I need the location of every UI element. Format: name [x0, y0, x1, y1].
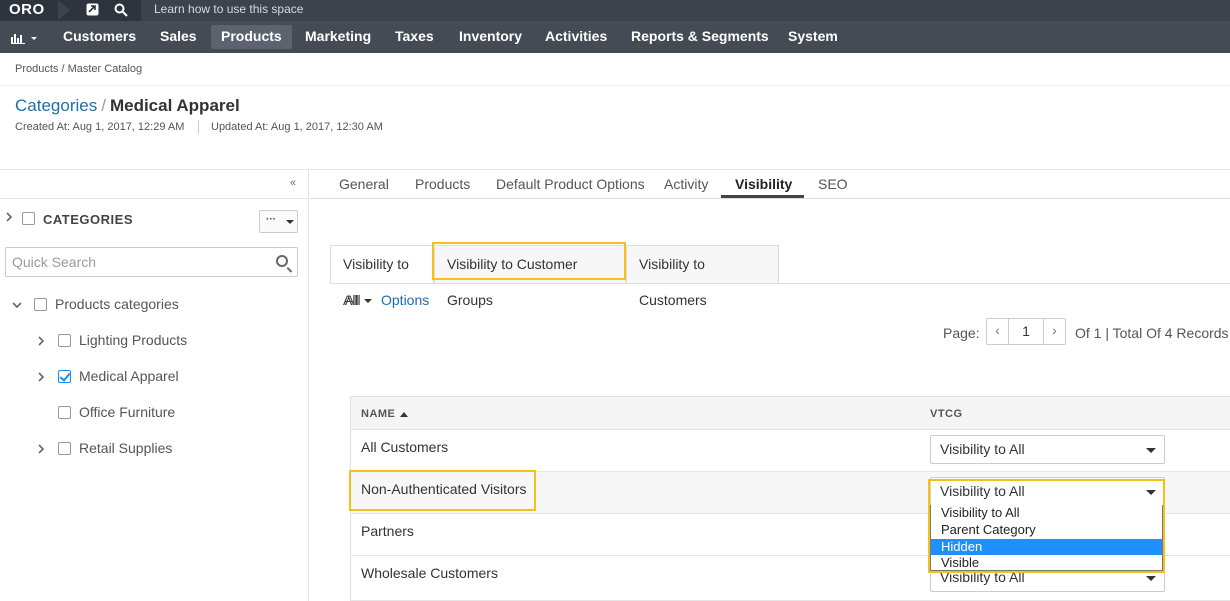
logo-notch — [58, 0, 70, 20]
breadcrumb-bar: Products / Master Catalog — [0, 53, 1230, 86]
nav-marketing[interactable]: Marketing — [305, 21, 371, 53]
highlight-customer-groups-tab — [432, 242, 626, 280]
title-separator: / — [101, 96, 106, 115]
tab-general[interactable]: General — [339, 176, 389, 192]
table-row: All Customers Visibility to All — [350, 430, 1230, 472]
shortcut-icon[interactable] — [86, 3, 99, 19]
options-link[interactable]: Options — [381, 292, 429, 308]
categories-checkbox[interactable] — [22, 212, 35, 225]
tree-item-lighting-products[interactable]: Lighting Products — [79, 332, 187, 348]
caret-down-icon — [1146, 576, 1156, 581]
row-name: All Customers — [361, 439, 449, 455]
quick-search-input[interactable] — [12, 254, 262, 270]
tree-item-medical-apparel[interactable]: Medical Apparel — [79, 368, 179, 384]
tree-root-checkbox[interactable] — [34, 298, 47, 311]
row-name: Wholesale Customers — [361, 565, 498, 581]
categories-label: CATEGORIES — [43, 212, 133, 227]
pager-current-page[interactable]: 1 — [1009, 319, 1043, 344]
nav-products[interactable]: Products — [211, 25, 292, 49]
chevron-right-icon[interactable] — [6, 212, 13, 225]
nav-activities[interactable]: Activities — [545, 21, 607, 53]
title-current: Medical Apparel — [109, 96, 240, 115]
select-value: Visibility to All — [940, 441, 1025, 457]
logo-text: ORO — [9, 1, 45, 18]
caret-down-icon — [1146, 448, 1156, 453]
breadcrumb[interactable]: Products / Master Catalog — [15, 63, 142, 75]
column-vtcg[interactable]: VTCG — [930, 408, 963, 420]
pager-control: ‹ 1 › — [986, 318, 1066, 345]
chevron-right-icon[interactable] — [38, 372, 45, 385]
created-at: Created At: Aug 1, 2017, 12:29 AM — [15, 121, 185, 133]
subtab-visibility-to-all[interactable]: Visibility to All — [330, 245, 434, 308]
tree-item-checkbox[interactable] — [58, 442, 71, 455]
chevron-down-icon[interactable] — [12, 300, 22, 312]
nav-sales[interactable]: Sales — [160, 21, 197, 53]
tab-activity[interactable]: Activity — [664, 176, 708, 192]
quick-search-box — [5, 247, 298, 277]
page-title: Categories / Medical Apparel — [15, 96, 240, 116]
nav-inventory[interactable]: Inventory — [459, 21, 522, 53]
category-sidebar: « CATEGORIES ··· Products categories Lig… — [0, 169, 309, 601]
nav-system[interactable]: System — [788, 21, 838, 53]
caret-down-icon — [286, 220, 294, 224]
all-filter-toggle[interactable]: All — [345, 292, 361, 308]
tree-item-checkbox[interactable] — [58, 334, 71, 347]
chevron-right-icon[interactable] — [38, 444, 45, 457]
caret-down-icon — [364, 299, 372, 303]
main-navigation: Customers Sales Products Marketing Taxes… — [0, 21, 1230, 53]
quick-search-icon[interactable] — [276, 255, 288, 267]
row-name: Partners — [361, 523, 414, 539]
meta-divider — [198, 120, 199, 134]
tab-visibility[interactable]: Visibility — [735, 176, 792, 192]
pager-label: Page: — [943, 325, 980, 341]
tree-item-retail-supplies[interactable]: Retail Supplies — [79, 440, 172, 456]
nav-reports-segments[interactable]: Reports & Segments — [631, 21, 769, 53]
dots-icon: ··· — [266, 214, 276, 225]
title-parent-link[interactable]: Categories — [15, 96, 97, 115]
tree-item-office-furniture[interactable]: Office Furniture — [79, 404, 175, 420]
top-bar: ORO Learn how to use this space — [0, 0, 1230, 21]
chevron-right-icon[interactable] — [38, 336, 45, 349]
grid-header: NAME VTCG — [350, 396, 1230, 430]
collapse-sidebar-icon[interactable]: « — [290, 177, 296, 189]
highlight-non-authenticated-row — [349, 470, 536, 511]
nav-taxes[interactable]: Taxes — [395, 21, 434, 53]
tree-root-label[interactable]: Products categories — [55, 296, 179, 312]
dashboard-chart-icon[interactable] — [11, 31, 37, 49]
pager-next-icon[interactable]: › — [1043, 319, 1065, 344]
tab-default-product-options[interactable]: Default Product Options — [496, 176, 645, 192]
active-tab-indicator — [721, 195, 804, 198]
column-name[interactable]: NAME — [361, 408, 395, 420]
tab-seo[interactable]: SEO — [818, 176, 848, 192]
tree-item-checkbox-checked[interactable] — [58, 370, 71, 383]
sidebar-header: « — [0, 169, 308, 199]
subtab-visibility-to-customers[interactable]: Visibility to Customers — [626, 245, 779, 308]
sort-ascending-icon[interactable] — [400, 412, 408, 417]
highlight-visibility-dropdown — [928, 479, 1165, 573]
pager-total-info: Of 1 | Total Of 4 Records — [1075, 325, 1229, 341]
learn-banner[interactable]: Learn how to use this space — [141, 0, 1230, 21]
visibility-select[interactable]: Visibility to All — [930, 435, 1165, 464]
sidebar-actions-button[interactable]: ··· — [259, 210, 298, 233]
updated-at: Updated At: Aug 1, 2017, 12:30 AM — [211, 121, 383, 133]
tab-products[interactable]: Products — [415, 176, 470, 192]
learn-text: Learn how to use this space — [154, 2, 304, 16]
tree-item-checkbox[interactable] — [58, 406, 71, 419]
nav-customers[interactable]: Customers — [63, 21, 136, 53]
search-icon[interactable] — [114, 3, 128, 20]
pager-prev-icon[interactable]: ‹ — [987, 319, 1009, 344]
